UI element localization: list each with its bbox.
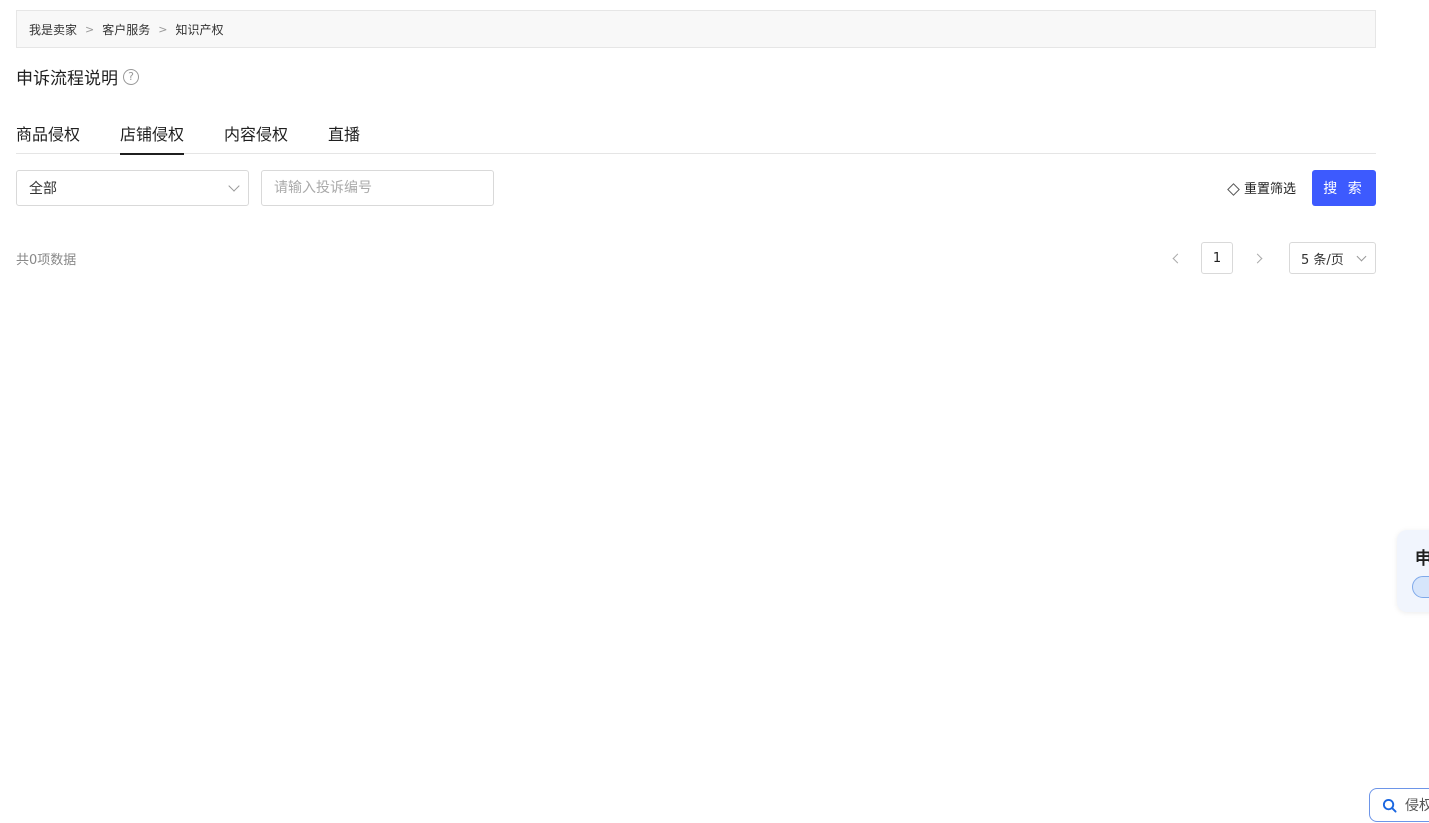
tab-content-infringement[interactable]: 内容侵权 xyxy=(224,112,288,154)
tab-live[interactable]: 直播 xyxy=(328,112,360,154)
chevron-right-icon xyxy=(1252,253,1262,263)
page-number-current[interactable]: 1 xyxy=(1201,242,1233,274)
prev-page-button[interactable] xyxy=(1169,250,1185,266)
page-size-value: 5 条/页 xyxy=(1301,252,1344,268)
reset-filter-button[interactable]: 重置筛选 xyxy=(1227,178,1297,197)
reset-filter-label: 重置筛选 xyxy=(1244,182,1297,197)
breadcrumb: 我是卖家 > 客户服务 > 知识产权 xyxy=(16,10,1376,48)
search-button[interactable]: 搜 索 xyxy=(1312,170,1376,206)
complaint-number-input[interactable] xyxy=(261,170,494,206)
status-select-value: 全部 xyxy=(29,181,57,197)
chevron-down-icon xyxy=(1356,251,1367,261)
page-title-text: 申诉流程说明 xyxy=(16,69,118,89)
tab-store-infringement[interactable]: 店铺侵权 xyxy=(120,112,185,155)
floating-card-pill xyxy=(1412,576,1429,598)
status-select[interactable]: 全部 xyxy=(16,170,249,206)
chevron-down-icon xyxy=(228,180,240,192)
search-icon xyxy=(1382,798,1397,813)
breadcrumb-item-ip: 知识产权 xyxy=(175,22,224,37)
tab-product-infringement[interactable]: 商品侵权 xyxy=(16,112,80,154)
eraser-icon xyxy=(1227,182,1240,196)
page-title: 申诉流程说明 ? xyxy=(16,64,139,89)
floating-appeal-card[interactable]: 申 xyxy=(1397,530,1429,612)
page-size-select[interactable]: 5 条/页 xyxy=(1289,242,1376,274)
floating-search-button[interactable]: 侵权 xyxy=(1369,788,1429,822)
floating-search-text: 侵权 xyxy=(1405,798,1429,814)
breadcrumb-item-customer-service[interactable]: 客户服务 xyxy=(102,21,150,38)
floating-card-text: 申 xyxy=(1415,549,1429,569)
breadcrumb-separator: > xyxy=(85,22,95,36)
next-page-button[interactable] xyxy=(1249,250,1265,266)
breadcrumb-separator: > xyxy=(158,22,168,36)
breadcrumb-item-seller[interactable]: 我是卖家 xyxy=(29,21,77,38)
tab-bar: 商品侵权 店铺侵权 内容侵权 直播 xyxy=(16,112,1376,155)
question-circle-icon[interactable]: ? xyxy=(123,68,139,85)
chevron-left-icon xyxy=(1172,253,1182,263)
total-count: 共0项数据 xyxy=(16,253,77,268)
